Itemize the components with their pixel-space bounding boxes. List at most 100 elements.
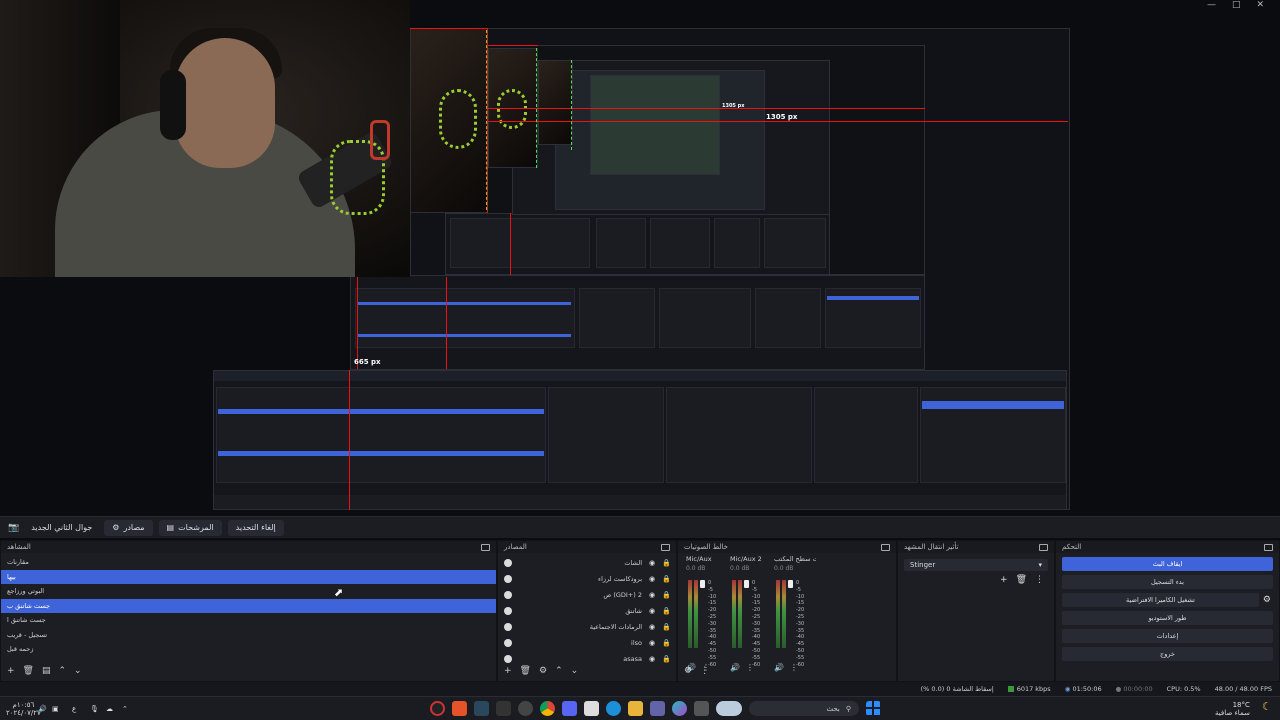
speaker-icon[interactable]: 🔊: [38, 705, 47, 713]
eye-icon[interactable]: ◉: [648, 639, 656, 647]
control-button[interactable]: ايقاف البث: [1062, 557, 1273, 571]
app-icon[interactable]: [518, 701, 533, 716]
lock-icon[interactable]: 🔒: [662, 639, 671, 647]
obs-icon[interactable]: [430, 701, 445, 716]
scene-item[interactable]: جست شاتنق ا: [1, 613, 496, 628]
source-type-icon: [504, 607, 512, 615]
camera-icon[interactable]: 📷: [8, 523, 19, 533]
deselect-button[interactable]: إلغاء التحديد: [227, 519, 284, 536]
scene-item[interactable]: مقارنات: [1, 555, 496, 570]
lock-icon[interactable]: 🔒: [662, 655, 671, 663]
transition-select[interactable]: Stinger ▾: [904, 559, 1048, 571]
control-button[interactable]: خروج: [1062, 647, 1273, 661]
source-label: برودكاست لرزاء: [598, 575, 642, 583]
undock-icon[interactable]: [1264, 543, 1273, 551]
gear-icon[interactable]: ⚙: [539, 666, 547, 676]
control-button[interactable]: إعدادات: [1062, 629, 1273, 643]
onedrive-icon[interactable]: ☁: [106, 705, 113, 713]
capcut-icon[interactable]: [496, 701, 511, 716]
source-item[interactable]: ص (GDI+) 2 ◉ 🔒: [498, 587, 676, 603]
eye-icon[interactable]: ◉: [648, 559, 656, 567]
lock-icon[interactable]: 🔒: [662, 607, 671, 615]
copilot-icon[interactable]: [672, 701, 687, 716]
more-icon[interactable]: ⋮: [700, 666, 709, 676]
undock-icon[interactable]: [1039, 543, 1048, 551]
more-icon[interactable]: ⋮: [1035, 575, 1044, 585]
source-type-icon: [504, 655, 512, 663]
volume-fader[interactable]: [744, 580, 749, 588]
add-icon[interactable]: +: [7, 666, 15, 676]
scene-item[interactable]: تسجيل - قريب: [1, 628, 496, 643]
maximize-icon[interactable]: □: [1232, 0, 1241, 12]
folder-icon[interactable]: [628, 701, 643, 716]
widgets-icon[interactable]: [716, 701, 742, 716]
scene-item[interactable]: زحمه قبل: [1, 642, 496, 657]
source-item[interactable]: الشات ◉ 🔒: [498, 555, 676, 571]
eye-icon[interactable]: ◉: [648, 607, 656, 615]
sources-button[interactable]: ⚙ مصادر: [104, 519, 153, 536]
control-button[interactable]: تشغيل الكاميرا الافتراضية: [1062, 593, 1259, 607]
control-button[interactable]: طور الاستوديو: [1062, 611, 1273, 625]
source-toolbar: 📷 جوال الثاني الجديد ⚙ مصادر ▤ المرشحات إل…: [0, 516, 1280, 538]
source-type-icon: [504, 559, 512, 567]
discord-icon[interactable]: [562, 701, 577, 716]
arrow-down-icon[interactable]: ⌄: [571, 666, 579, 676]
eye-icon[interactable]: ◉: [648, 591, 656, 599]
minimize-icon[interactable]: —: [1207, 0, 1216, 12]
source-list: الشات ◉ 🔒 برودكاست لرزاء ◉ 🔒 ص (GDI+) 2 ◉ 🔒 شاتنق…: [498, 553, 676, 667]
mic-icon[interactable]: 🎙: [90, 705, 99, 713]
trash-icon[interactable]: 🗑: [23, 666, 34, 676]
taskbar-search[interactable]: بحث ⚲: [749, 701, 859, 716]
guide-line-green2: [536, 48, 537, 168]
weather-widget[interactable]: 18°C سماء صافية: [1215, 701, 1250, 717]
edge-icon[interactable]: [606, 701, 621, 716]
calendar-icon[interactable]: [584, 701, 599, 716]
undock-icon[interactable]: [881, 543, 890, 551]
lock-icon[interactable]: 🔒: [662, 591, 671, 599]
brave-icon[interactable]: [452, 701, 467, 716]
lock-icon[interactable]: 🔒: [662, 575, 671, 583]
preview-canvas[interactable]: — □ ✕ 1305 px 1305 px 665 px: [0, 0, 1280, 516]
undock-icon[interactable]: [661, 543, 670, 551]
chevron-up-icon[interactable]: ⌃: [122, 705, 128, 713]
source-item[interactable]: شاتنق ◉ 🔒: [498, 603, 676, 619]
lock-icon[interactable]: 🔒: [662, 623, 671, 631]
volume-fader[interactable]: [788, 580, 793, 588]
close-icon[interactable]: ✕: [1256, 0, 1264, 12]
filter-icon[interactable]: ▤: [42, 666, 51, 676]
add-icon[interactable]: +: [1000, 575, 1008, 585]
control-button[interactable]: بدء التسجيل: [1062, 575, 1273, 589]
trash-icon[interactable]: 🗑: [1016, 575, 1027, 585]
start-icon[interactable]: [866, 701, 881, 716]
gear-icon[interactable]: ⚙: [684, 666, 692, 676]
scene-item[interactable]: البوتي ورزاجع: [1, 584, 496, 599]
live-timer: ◉ 01:50:06: [1064, 685, 1102, 693]
eye-icon[interactable]: ◉: [648, 575, 656, 583]
filters-button[interactable]: ▤ المرشحات: [158, 519, 222, 536]
scene-item[interactable]: بيها: [1, 569, 496, 584]
arrow-down-icon[interactable]: ⌄: [74, 666, 82, 676]
eye-icon[interactable]: ◉: [648, 623, 656, 631]
steam-icon[interactable]: [474, 701, 489, 716]
lock-icon[interactable]: 🔒: [662, 559, 671, 567]
undock-icon[interactable]: [481, 543, 490, 551]
gear-icon[interactable]: ⚙: [1263, 595, 1271, 605]
terminal-icon[interactable]: [694, 701, 709, 716]
source-item[interactable]: ilso ◉ 🔒: [498, 635, 676, 651]
source-item[interactable]: الرمادات الاجتماعية ◉ 🔒: [498, 619, 676, 635]
clock[interactable]: ١٠:٥٦م ٢٠٢٤/٠٧/٢٧: [6, 701, 41, 717]
arrow-up-icon[interactable]: ⌃: [59, 666, 67, 676]
add-icon[interactable]: +: [504, 666, 512, 676]
eye-icon[interactable]: ◉: [648, 655, 656, 663]
language-indicator[interactable]: ع: [72, 705, 76, 713]
scenes-footer: + 🗑 ▤ ⌃ ⌄: [1, 665, 496, 677]
nested-capture-3: [350, 275, 925, 370]
scene-item[interactable]: جست شاتنق ب: [1, 598, 496, 613]
chrome-icon[interactable]: [540, 701, 555, 716]
arrow-up-icon[interactable]: ⌃: [555, 666, 563, 676]
trash-icon[interactable]: 🗑: [520, 666, 531, 676]
teams-icon[interactable]: [650, 701, 665, 716]
network-icon[interactable]: ▣: [52, 705, 59, 713]
volume-fader[interactable]: [700, 580, 705, 588]
source-item[interactable]: برودكاست لرزاء ◉ 🔒: [498, 571, 676, 587]
